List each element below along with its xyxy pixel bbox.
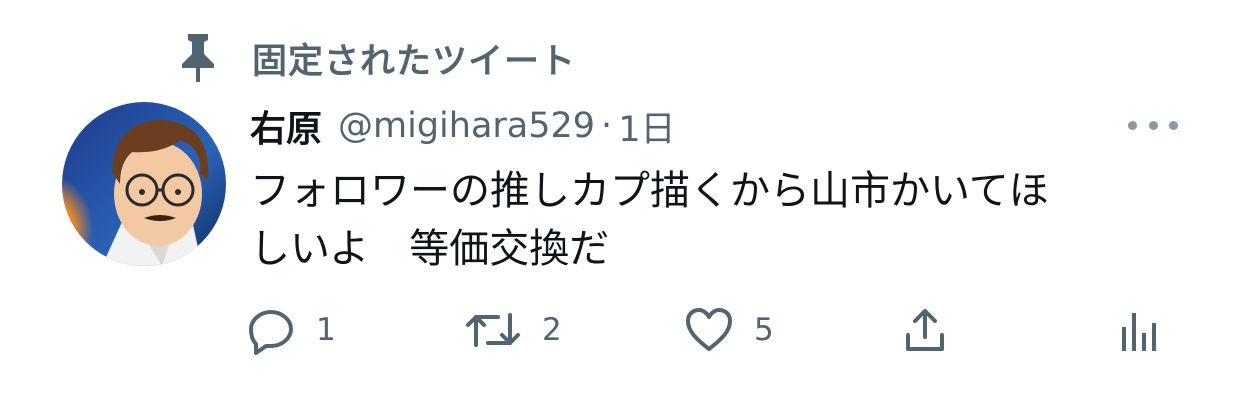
share-icon — [906, 309, 944, 351]
avatar[interactable] — [62, 102, 226, 266]
like-button[interactable]: 5 — [684, 300, 774, 360]
tweet-header: 右原 @migihara529 · 1日 — [250, 100, 675, 152]
retweet-count: 2 — [542, 312, 562, 348]
author-display-name[interactable]: 右原 — [250, 100, 322, 152]
reply-button[interactable]: 1 — [246, 300, 336, 360]
tweet-timestamp[interactable]: 1日 — [618, 101, 675, 152]
heart-icon — [686, 308, 732, 351]
pin-icon — [182, 34, 214, 82]
retweet-button[interactable]: 2 — [464, 300, 562, 360]
like-count: 5 — [754, 312, 774, 348]
analytics-icon — [1122, 313, 1156, 351]
pinned-label: 固定されたツイート — [252, 41, 577, 82]
retweet-icon — [466, 313, 520, 347]
more-options-button[interactable] — [1128, 112, 1178, 138]
more-icon — [1128, 120, 1137, 130]
tweet-actions: 1 2 5 — [246, 300, 1176, 360]
more-icon-dot — [1169, 120, 1178, 130]
avatar-image — [62, 102, 226, 266]
more-icon-dot — [1148, 120, 1158, 130]
reply-icon — [249, 310, 293, 355]
pinned-indicator: 固定されたツイート — [176, 32, 576, 84]
separator-dot: · — [601, 106, 613, 146]
tweet-text: フォロワーの推しカプ描くから山市かいてほ しいよ 等価交換だ — [250, 168, 1049, 272]
analytics-button[interactable] — [1116, 300, 1160, 360]
share-button[interactable] — [900, 300, 950, 360]
author-handle[interactable]: @migihara529 — [338, 106, 595, 146]
reply-count: 1 — [316, 312, 336, 348]
